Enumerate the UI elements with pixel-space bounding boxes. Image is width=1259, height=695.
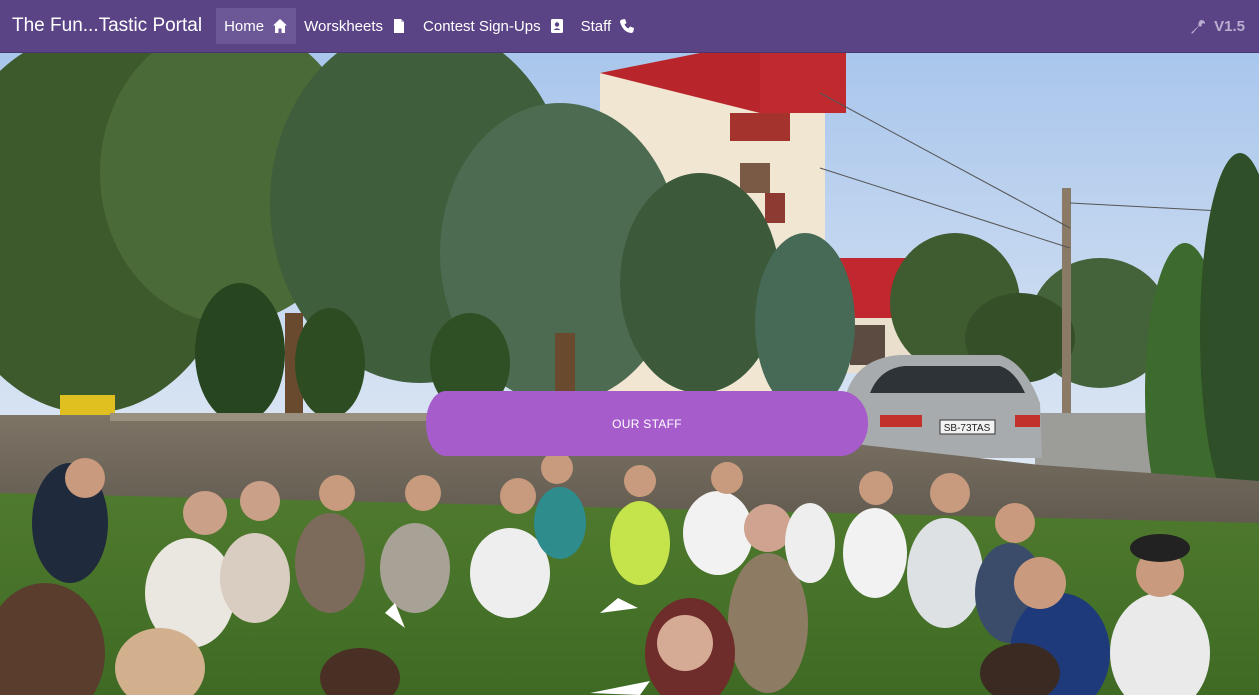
nav-worksheets-label: Worskheets xyxy=(304,17,384,35)
nav-staff-label: Staff xyxy=(580,17,612,35)
nav-contest-signups[interactable]: Contest Sign-Ups xyxy=(415,8,573,44)
wrench-icon xyxy=(1191,19,1206,34)
nav-home[interactable]: Home xyxy=(216,8,297,44)
our-staff-button[interactable]: OUR STAFF xyxy=(426,391,868,456)
phone-icon xyxy=(620,19,635,33)
nav-staff[interactable]: Staff xyxy=(573,8,644,44)
nav-contest-signups-label: Contest Sign-Ups xyxy=(423,17,541,35)
nav-worksheets[interactable]: Worskheets xyxy=(296,8,415,44)
version-label: V1.5 xyxy=(1214,18,1245,35)
car-plate-text: SB-73TAS xyxy=(944,423,991,434)
home-icon xyxy=(273,19,288,33)
hero-background-photo: SB-73TAS OUR STAFF xyxy=(0,53,1259,695)
id-card-icon xyxy=(550,19,563,33)
nav-home-label: Home xyxy=(224,17,265,35)
campers-photo: SB-73TAS xyxy=(0,53,1259,695)
file-icon xyxy=(394,19,405,33)
top-navbar: The Fun...Tastic Portal Home Worskheets … xyxy=(0,0,1259,53)
site-brand[interactable]: The Fun...Tastic Portal xyxy=(0,15,216,37)
version-indicator: V1.5 xyxy=(1190,0,1245,53)
